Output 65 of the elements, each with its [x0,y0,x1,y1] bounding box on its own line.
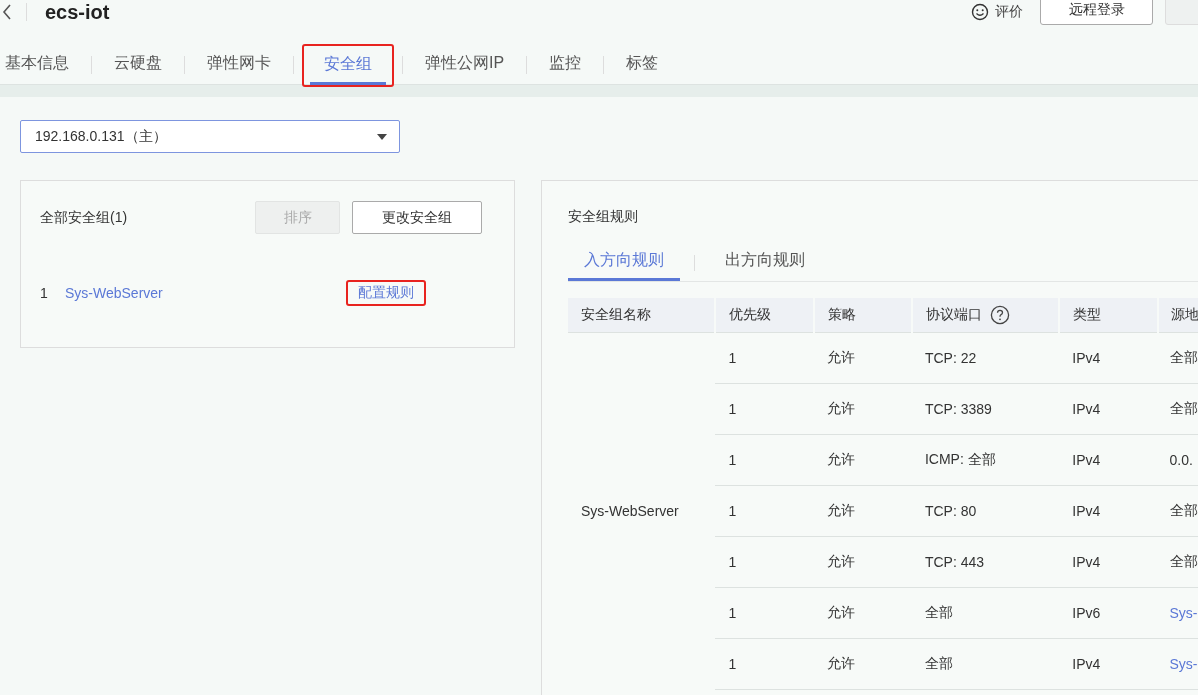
tab[interactable]: 云硬盘 [92,46,184,84]
table-cell: 允许 [813,587,912,639]
table-cell: 允许 [813,383,912,435]
nic-dropdown[interactable]: 192.168.0.131（主） [20,120,400,153]
table-cell: IPv4 [1059,383,1158,435]
direction-tab[interactable]: 入方向规则 [568,244,680,281]
configure-rules-link[interactable]: 配置规则 [346,280,426,306]
tab[interactable]: 安全组 [310,47,386,85]
table-cell: TCP: 443 [911,536,1060,588]
table-cell: 1 [715,485,814,537]
help-icon[interactable] [989,305,1010,325]
table-cell: 允许 [813,434,912,486]
group-link[interactable]: Sys-WebServer [65,285,346,301]
table-cell: Sys-WebServer [568,332,716,690]
panel-title: 安全组规则 [568,208,639,226]
back-icon[interactable] [2,4,12,20]
table-cell: 全部 [911,638,1060,690]
table-cell: IPv4 [1059,332,1158,384]
column-header: 安全组名称 [568,298,716,333]
tab[interactable]: 标签 [604,46,681,84]
page-title: ecs-iot [45,0,110,24]
source-link[interactable]: Sys- [1157,638,1198,690]
table-cell: IPv6 [1059,587,1158,639]
table-cell: 1 [715,434,814,486]
table-cell: 全部 [1157,485,1198,537]
card-title: 全部安全组(1) [40,208,129,227]
table-cell: 1 [715,383,814,435]
table-cell: 允许 [813,536,912,588]
table-cell: IPv4 [1059,434,1158,486]
table-cell: 允许 [813,332,912,384]
table-cell: TCP: 22 [911,332,1060,384]
table-cell: 允许 [813,485,912,537]
table-cell: 1 [715,587,814,639]
column-header: 协议端口 [911,298,1060,333]
tab[interactable]: 弹性公网IP [403,46,527,84]
smiley-icon[interactable] [971,3,989,21]
table-cell: IPv4 [1059,536,1158,588]
table-cell: 1 [715,638,814,690]
table-cell: 全部 [1157,383,1198,435]
table-cell: 1 [715,332,814,384]
table-cell: IPv4 [1059,638,1158,690]
table-cell: TCP: 3389 [911,383,1060,435]
caret-icon[interactable] [377,133,387,140]
direction-tab[interactable]: 出方向规则 [709,244,821,281]
table-cell: 全部 [911,587,1060,639]
column-header: 策略 [813,298,912,333]
table-cell: 0.0. [1157,434,1198,486]
change-group-button[interactable]: 更改安全组 [352,201,482,234]
table-cell: 全部 [1157,332,1198,384]
source-link[interactable]: Sys- [1157,587,1198,639]
table-cell: ICMP: 全部 [911,434,1060,486]
feedback-link[interactable]: 评价 [995,3,1023,21]
column-header: 优先级 [715,298,814,333]
tab[interactable]: 基本信息 [0,46,91,84]
table-cell: 允许 [813,638,912,690]
table-cell: IPv4 [1059,485,1158,537]
row-number: 1 [40,285,49,301]
tab[interactable]: 监控 [527,46,604,84]
tab[interactable]: 弹性网卡 [185,46,293,84]
table-cell: 全部 [1157,536,1198,588]
remote-login-button[interactable]: 远程登录 [1040,0,1153,25]
table-cell: 1 [715,536,814,588]
column-header: 源地 [1157,298,1198,333]
table-cell: TCP: 80 [911,485,1060,537]
column-header: 类型 [1059,298,1158,333]
